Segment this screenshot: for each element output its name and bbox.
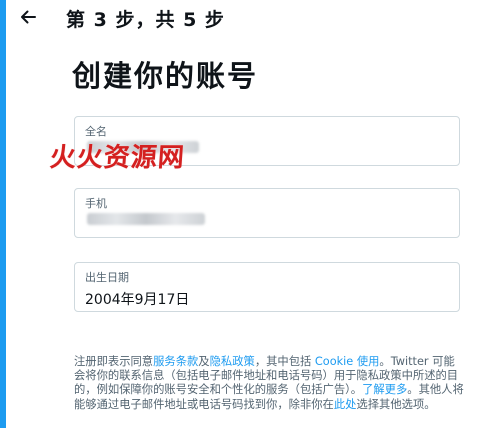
back-button[interactable] [14,4,42,30]
step-indicator: 第 3 步，共 5 步 [66,9,225,31]
arrow-left-icon [21,10,36,24]
legal-text: 及 [198,355,210,368]
birthday-value: 2004年9月17日 [85,292,190,308]
birthday-field[interactable]: 出生日期 2004年9月17日 [74,262,460,312]
terms-link[interactable]: 服务条款 [153,355,198,368]
watermark: 火火资源网 [48,143,186,173]
phone-field[interactable]: 手机 [74,188,460,238]
learn-more-link[interactable]: 了解更多 [362,383,407,396]
phone-value-redacted [87,213,205,225]
legal-text: 选择其他选项。 [356,397,436,411]
legal-text: 注册即表示同意 [74,355,154,368]
modal-header: 第 3 步，共 5 步 [6,0,500,34]
cookie-link[interactable]: Cookie 使用 [315,355,380,368]
phone-field-label: 手机 [85,197,107,210]
legal-notice: 注册即表示同意服务条款及隐私政策，其中包括 Cookie 使用。Twitter … [74,355,464,412]
page-title: 创建你的账号 [72,59,259,93]
legal-text: ，其中包括 [254,355,315,368]
birthday-field-label: 出生日期 [85,271,129,284]
privacy-link[interactable]: 隐私政策 [210,355,255,368]
here-link[interactable]: 此处 [334,398,357,411]
signup-modal: 第 3 步，共 5 步 创建你的账号 全名 手机 出生日期 2004年9月17日… [6,0,500,428]
